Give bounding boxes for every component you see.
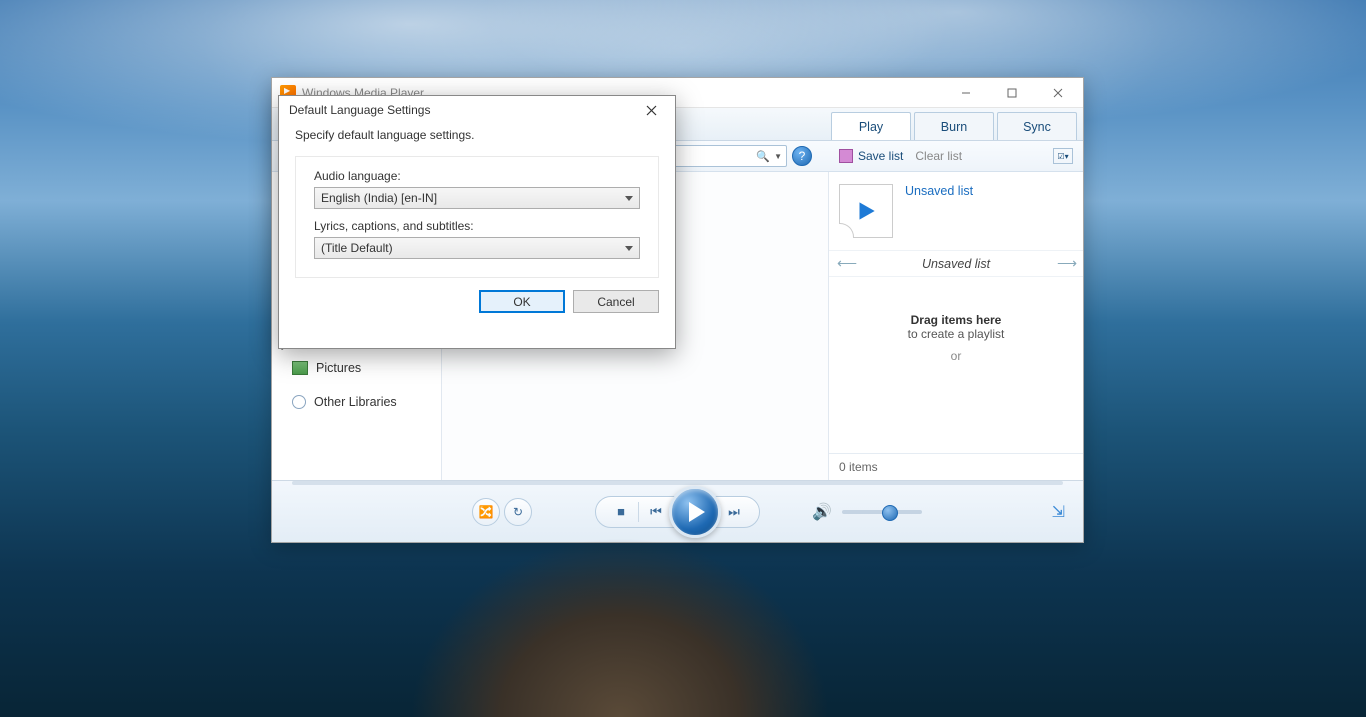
transport-group: ■ ⏮ ⏭ [595, 496, 760, 528]
stop-button[interactable]: ■ [604, 497, 638, 527]
dialog-field-group: Audio language: English (India) [en-IN] … [295, 156, 659, 278]
subtitles-value: (Title Default) [321, 241, 393, 255]
minimize-button[interactable] [943, 79, 989, 107]
playlist-pane: Unsaved list ⟵ Unsaved list ⟶ Drag items… [829, 172, 1083, 480]
search-input[interactable]: 🔍 ▼ [672, 145, 787, 167]
audio-language-select[interactable]: English (India) [en-IN] [314, 187, 640, 209]
shuffle-icon: 🔀 [479, 505, 494, 519]
list-options-button[interactable]: ☑▾ [1053, 148, 1073, 164]
volume-group: 🔊 [812, 502, 922, 522]
close-icon [1053, 88, 1063, 98]
prev-list-button[interactable]: ⟵ [837, 255, 855, 272]
drop-hint-sub: to create a playlist [829, 327, 1083, 341]
switch-view-button[interactable]: ⇲ [1052, 502, 1065, 522]
save-list-button[interactable]: Save list [839, 149, 903, 163]
shuffle-button[interactable]: 🔀 [472, 498, 500, 526]
search-icon: 🔍 [756, 150, 770, 163]
dialog-titlebar[interactable]: Default Language Settings [279, 96, 675, 124]
play-button[interactable] [669, 486, 721, 538]
help-icon: ? [799, 149, 806, 163]
save-list-label: Save list [858, 149, 903, 163]
help-button[interactable]: ? [792, 146, 812, 166]
playlist-drop-area[interactable]: Drag items here to create a playlist or [829, 277, 1083, 453]
playlist-thumbnail [839, 184, 893, 238]
minimize-icon [961, 88, 971, 98]
nav-item-other-libraries[interactable]: Other Libraries [272, 391, 441, 413]
playlist-title: Unsaved list [855, 257, 1057, 271]
cancel-button[interactable]: Cancel [573, 290, 659, 313]
audio-language-value: English (India) [en-IN] [321, 191, 437, 205]
audio-language-label: Audio language: [314, 169, 640, 183]
subtitles-select[interactable]: (Title Default) [314, 237, 640, 259]
maximize-icon [1007, 88, 1017, 98]
maximize-button[interactable] [989, 79, 1035, 107]
nav-label-other-libraries: Other Libraries [314, 395, 397, 409]
playlist-title-row: ⟵ Unsaved list ⟶ [829, 250, 1083, 277]
next-list-button[interactable]: ⟶ [1057, 255, 1075, 272]
dialog-button-row: OK Cancel [295, 290, 659, 313]
play-icon [853, 198, 879, 224]
next-button[interactable]: ⏭ [717, 497, 751, 527]
nav-item-pictures[interactable]: Pictures [272, 357, 441, 379]
repeat-button[interactable]: ↻ [504, 498, 532, 526]
libraries-icon [292, 395, 306, 409]
tab-sync[interactable]: Sync [997, 112, 1077, 140]
dialog-close-button[interactable] [631, 97, 671, 123]
checklist-icon: ☑▾ [1057, 152, 1068, 161]
subtitles-label: Lyrics, captions, and subtitles: [314, 219, 640, 233]
save-icon [839, 149, 853, 163]
drop-hint-or: or [829, 349, 1083, 363]
ok-button[interactable]: OK [479, 290, 565, 313]
pictures-icon [292, 361, 308, 375]
nav-label-pictures: Pictures [316, 361, 361, 375]
previous-button[interactable]: ⏮ [639, 497, 673, 527]
close-button[interactable] [1035, 79, 1081, 107]
mute-button[interactable]: 🔊 [812, 502, 832, 522]
switch-view-icon: ⇲ [1052, 504, 1065, 521]
playlist-footer: 0 items [829, 453, 1083, 480]
stop-icon: ■ [617, 504, 625, 519]
language-settings-dialog: Default Language Settings Specify defaul… [278, 95, 676, 349]
clear-list-button[interactable]: Clear list [915, 149, 962, 163]
player-controls: 🔀 ↻ ■ ⏮ ⏭ 🔊 ⇲ [272, 480, 1083, 542]
playlist-header: Unsaved list [829, 172, 1083, 250]
list-toolbar: Save list Clear list ☑▾ [829, 148, 1083, 164]
tab-play[interactable]: Play [831, 112, 911, 140]
shuffle-repeat-group: 🔀 ↻ [472, 498, 532, 526]
close-icon [646, 105, 657, 116]
volume-slider[interactable] [842, 510, 922, 514]
unsaved-list-link[interactable]: Unsaved list [905, 184, 973, 198]
previous-icon: ⏮ [650, 504, 662, 520]
search-dropdown-icon[interactable]: ▼ [774, 152, 782, 161]
drop-hint-bold: Drag items here [829, 313, 1083, 327]
dialog-body: Specify default language settings. Audio… [279, 124, 675, 348]
dialog-instruction: Specify default language settings. [295, 128, 659, 142]
tab-burn[interactable]: Burn [914, 112, 994, 140]
seek-bar[interactable] [292, 481, 1063, 485]
next-icon: ⏭ [728, 504, 740, 520]
dialog-title: Default Language Settings [289, 103, 430, 117]
repeat-icon: ↻ [513, 505, 523, 519]
